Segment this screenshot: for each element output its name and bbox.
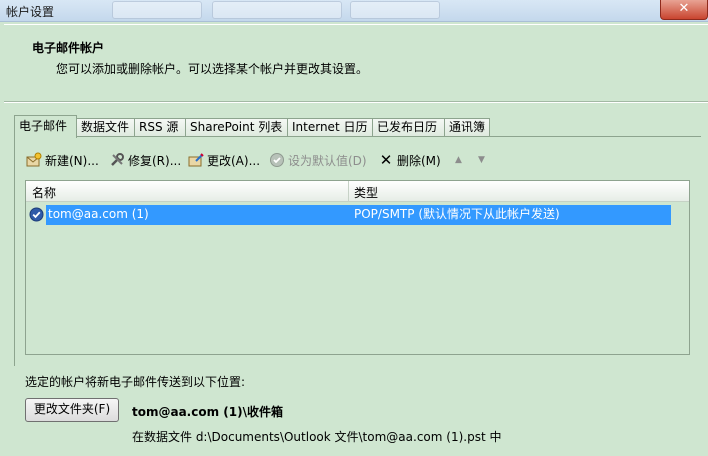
column-divider[interactable] — [348, 181, 349, 202]
change-folder-button[interactable]: 更改文件夹(F) — [25, 398, 119, 422]
close-icon: ✕ — [678, 1, 690, 16]
blurred-toolbar-ghost-2 — [350, 1, 440, 19]
list-header: 名称 类型 — [26, 181, 689, 202]
column-header-type[interactable]: 类型 — [354, 184, 378, 201]
close-button[interactable]: ✕ — [660, 0, 708, 20]
account-name-cell: tom@aa.com (1) — [46, 205, 348, 225]
header-band: 电子邮件帐户 您可以添加或删除帐户。可以选择某个帐户并更改其设置。 — [4, 24, 708, 102]
tab-internet-calendars[interactable]: Internet 日历 — [287, 118, 373, 137]
account-list[interactable]: 名称 类型 tom@aa.com (1) POP/SMTP (默认情况下从此帐户… — [25, 180, 690, 355]
tab-sharepoint-lists[interactable]: SharePoint 列表 — [185, 118, 288, 137]
move-down-button[interactable]: ▼ — [478, 150, 485, 170]
set-default-check-icon — [269, 152, 285, 168]
repair-button[interactable]: 修复(R)... — [109, 150, 181, 170]
set-default-label: 设为默认值(D) — [288, 153, 367, 168]
delivery-folder: tom@aa.com (1)\收件箱 — [132, 405, 283, 419]
repair-label: 修复(R)... — [128, 153, 182, 168]
change-label: 更改(A)... — [207, 153, 261, 168]
change-button[interactable]: 更改(A)... — [188, 150, 260, 170]
tab-published-calendars[interactable]: 已发布日历 — [372, 118, 445, 137]
table-row[interactable]: tom@aa.com (1) POP/SMTP (默认情况下从此帐户发送) — [26, 205, 671, 225]
header-divider-highlight — [4, 102, 708, 103]
account-type-cell: POP/SMTP (默认情况下从此帐户发送) — [348, 205, 671, 225]
new-button[interactable]: 新建(N)... — [26, 150, 99, 170]
window-title: 帐户设置 — [6, 5, 55, 19]
blurred-toolbar-ghost — [112, 1, 202, 19]
new-account-icon — [26, 152, 42, 168]
default-account-check-icon — [29, 207, 44, 222]
set-default-button[interactable]: 设为默认值(D) — [269, 150, 367, 170]
tab-data-files[interactable]: 数据文件 — [76, 118, 135, 137]
repair-tools-icon — [109, 152, 125, 168]
title-bar: 帐户设置 ✕ — [0, 0, 708, 22]
remove-x-icon: ✕ — [379, 151, 393, 169]
tab-address-books[interactable]: 通讯簿 — [444, 118, 490, 137]
data-file-path: 在数据文件 d:\Documents\Outlook 文件\tom@aa.com… — [132, 430, 502, 444]
section-description: 您可以添加或删除帐户。可以选择某个帐户并更改其设置。 — [56, 62, 369, 76]
column-header-name[interactable]: 名称 — [32, 184, 56, 201]
section-title: 电子邮件帐户 — [32, 41, 105, 55]
remove-button[interactable]: ✕ 删除(M) — [378, 150, 441, 170]
blurred-search-ghost — [212, 1, 342, 19]
new-label: 新建(N)... — [45, 153, 99, 168]
move-up-button[interactable]: ▲ — [455, 150, 462, 170]
move-up-arrow-icon: ▲ — [455, 155, 462, 165]
remove-label: 删除(M) — [397, 153, 441, 168]
tab-email[interactable]: 电子邮件 — [14, 115, 77, 138]
tab-rss-feeds[interactable]: RSS 源 — [134, 118, 186, 137]
move-down-arrow-icon: ▼ — [478, 155, 485, 165]
change-account-icon — [188, 152, 204, 168]
delivery-label: 选定的帐户将新电子邮件传送到以下位置: — [25, 375, 246, 389]
